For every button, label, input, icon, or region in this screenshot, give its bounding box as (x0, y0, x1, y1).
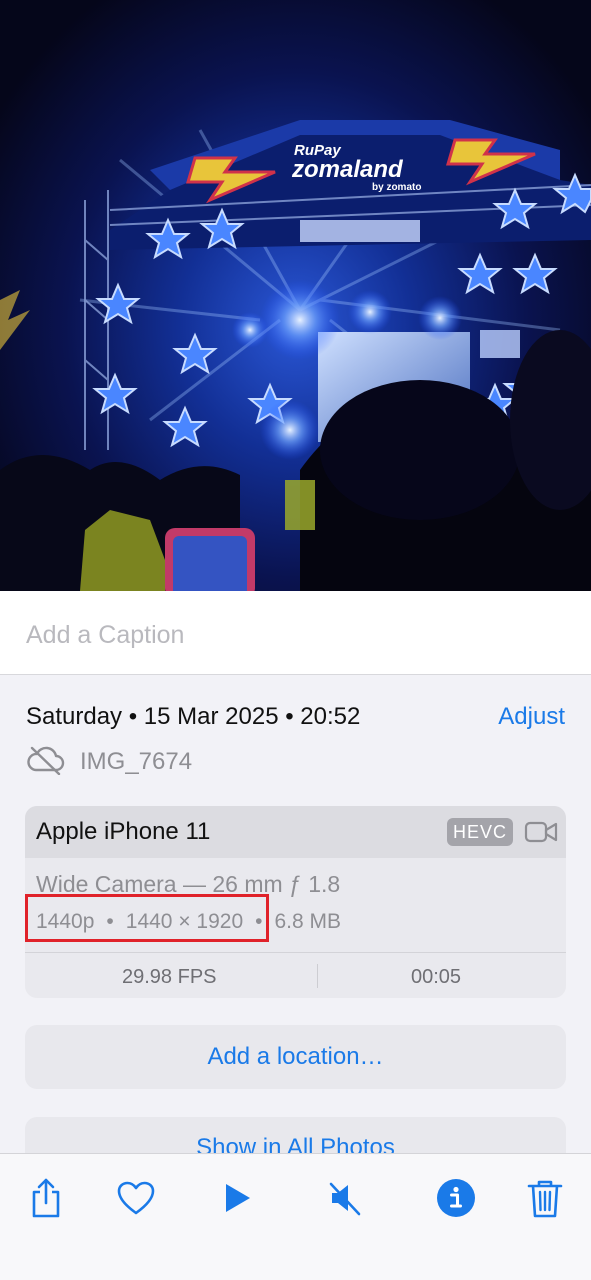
card-divider (25, 952, 566, 953)
concert-photo-illustration: RuPay zomaland by zomato (0, 120, 591, 591)
heart-icon[interactable] (114, 1176, 158, 1220)
share-icon[interactable] (24, 1176, 68, 1220)
adjust-button[interactable]: Adjust (498, 703, 565, 731)
file-info-row: IMG_7674 (26, 745, 192, 779)
caption-input[interactable] (26, 617, 566, 653)
stage-logo-main: zomaland (291, 156, 404, 183)
stat-separator (317, 964, 318, 988)
metadata-card: Apple iPhone 11 HEVC Wide Camera — 26 mm… (25, 806, 566, 998)
highlight-annotation-box (25, 894, 269, 942)
play-icon[interactable] (215, 1176, 259, 1220)
bottom-toolbar (0, 1153, 591, 1280)
date-time-label: Saturday • 15 Mar 2025 • 20:52 (26, 703, 361, 730)
info-icon[interactable] (434, 1176, 478, 1220)
video-camera-icon (524, 819, 558, 850)
cloud-slash-icon (26, 745, 66, 780)
stage-logo-sub: by zomato (372, 182, 421, 193)
add-location-button[interactable]: Add a location… (25, 1025, 566, 1089)
speaker-muted-icon[interactable] (323, 1176, 367, 1220)
file-size-label: 6.8 MB (274, 910, 342, 933)
trash-icon[interactable] (523, 1176, 567, 1220)
duration-label: 00:05 (411, 966, 462, 988)
file-name: IMG_7674 (80, 748, 193, 775)
fps-label: 29.98 FPS (122, 966, 217, 988)
format-badge: HEVC (447, 818, 513, 846)
caption-area (0, 591, 591, 675)
device-name: Apple iPhone 11 (36, 818, 211, 845)
card-header: Apple iPhone 11 HEVC (25, 806, 566, 858)
photo-preview[interactable]: RuPay zomaland by zomato (0, 0, 591, 591)
